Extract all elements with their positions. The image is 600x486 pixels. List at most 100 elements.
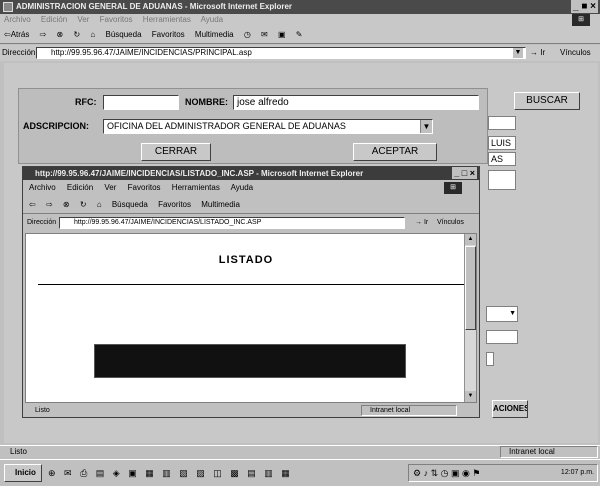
popup-menu-bar: Archivo Edición Ver Favoritos Herramient… (23, 181, 479, 195)
adscripcion-value: OFICINA DEL ADMINISTRADOR GENERAL DE ADU… (107, 121, 346, 131)
links-button[interactable]: Vínculos (560, 45, 591, 61)
menu-edicion[interactable]: Edición (41, 15, 67, 24)
popup-menu-ver[interactable]: Ver (104, 183, 116, 192)
address-url: http://99.95.96.47/JAIME/INCIDENCIAS/PRI… (51, 48, 252, 57)
background-field-luis: LUIS (488, 136, 516, 150)
window-title: ADMINISTRACION GENERAL DE ADUANAS - Micr… (16, 2, 293, 11)
menu-ayuda[interactable]: Ayuda (201, 15, 224, 24)
background-field (488, 116, 516, 130)
status-text: Listo (10, 447, 27, 456)
stop-icon[interactable]: ⊗ (57, 30, 64, 39)
menu-herramientas[interactable]: Herramientas (143, 15, 191, 24)
popup-titlebar: http://99.95.96.47/JAIME/INCIDENCIAS/LIS… (23, 167, 479, 180)
scroll-thumb[interactable] (465, 246, 476, 330)
history-icon[interactable]: ◷ (244, 30, 251, 39)
nombre-label: NOMBRE: (185, 97, 228, 107)
popup-address-url: http://99.95.96.47/JAIME/INCIDENCIAS/LIS… (74, 219, 262, 226)
zone-indicator: Intranet local (500, 446, 598, 458)
menu-bar: Archivo Edición Ver Favoritos Herramient… (0, 14, 600, 26)
windows-logo-icon: ⊞ (444, 182, 462, 194)
back-button[interactable]: ⇦Atrás (4, 30, 29, 39)
forward-button[interactable]: ⇨ (40, 30, 47, 39)
popup-toolbar: ⇦ ⇨ ⊗ ↻ ⌂ Búsqueda Favoritos Multimedia (23, 196, 479, 214)
go-label: Ir (540, 48, 546, 57)
toolbar: ⇦Atrás ⇨ ⊗ ↻ ⌂ Búsqueda Favoritos Multim… (0, 26, 600, 44)
taskbar: Inicio ⊕ ✉ ⎙ ▤ ◈ ▣ ▦ ▥ ▧ ▨ ◫ ▩ ▤ ▥ ▦ ⚙ ♪… (0, 459, 600, 486)
popup-home-icon[interactable]: ⌂ (97, 200, 102, 209)
popup-menu-ayuda[interactable]: Ayuda (231, 183, 254, 192)
edit-icon[interactable]: ✎ (296, 30, 303, 39)
ie-app-icon (3, 2, 13, 12)
popup-document: LISTADO ▲ ▼ (25, 233, 477, 403)
background-select[interactable]: ▼ (486, 306, 518, 322)
adscripcion-select[interactable]: OFICINA DEL ADMINISTRADOR GENERAL DE ADU… (103, 119, 433, 134)
popup-go-button[interactable]: → Ir (415, 215, 428, 231)
print-icon[interactable]: ▣ (278, 30, 286, 39)
address-bar: Dirección http://99.95.96.47/JAIME/INCID… (0, 45, 600, 61)
search-button[interactable]: Búsqueda (106, 30, 142, 39)
background-field (486, 330, 518, 344)
chevron-down-icon: ▼ (420, 120, 432, 133)
address-label: Dirección (2, 48, 36, 57)
aceptar-button[interactable]: ACEPTAR (353, 143, 437, 161)
nombre-input[interactable]: jose alfredo (233, 95, 479, 110)
popup-back-button[interactable]: ⇦ (29, 200, 36, 209)
popup-menu-archivo[interactable]: Archivo (29, 183, 56, 192)
popup-address-input[interactable]: http://99.95.96.47/JAIME/INCIDENCIAS/LIS… (59, 217, 405, 229)
popup-favorites-button[interactable]: Favoritos (158, 200, 191, 209)
listado-popup-window: http://99.95.96.47/JAIME/INCIDENCIAS/LIS… (22, 166, 480, 418)
refresh-icon[interactable]: ↻ (73, 30, 80, 39)
menu-archivo[interactable]: Archivo (4, 15, 31, 24)
favorites-button[interactable]: Favoritos (152, 30, 185, 39)
popup-status-text: Listo (35, 407, 50, 414)
search-panel: RFC: NOMBRE: jose alfredo ADSCRIPCION: O… (18, 88, 488, 164)
popup-refresh-icon[interactable]: ↻ (80, 200, 87, 209)
cerrar-button[interactable]: CERRAR (141, 143, 211, 161)
popup-menu-favoritos[interactable]: Favoritos (128, 183, 161, 192)
multimedia-button[interactable]: Multimedia (195, 30, 234, 39)
background-field-as: AS (488, 152, 516, 166)
windows-logo-icon: ⊞ (572, 14, 590, 26)
heading-divider (38, 284, 464, 285)
popup-window-controls[interactable]: _ □ × (452, 167, 477, 179)
popup-go-label: Ir (423, 219, 429, 226)
opciones-button[interactable]: ACIONES (492, 400, 528, 418)
popup-stop-icon[interactable]: ⊗ (63, 200, 70, 209)
popup-title: http://99.95.96.47/JAIME/INCIDENCIAS/LIS… (35, 169, 364, 178)
quick-launch-icons[interactable]: ⊕ ✉ ⎙ ▤ ◈ ▣ ▦ ▥ ▧ ▨ ◫ ▩ ▤ ▥ ▦ (48, 468, 293, 479)
scroll-down-icon[interactable]: ▼ (465, 391, 476, 402)
popup-forward-button[interactable]: ⇨ (46, 200, 53, 209)
menu-favoritos[interactable]: Favoritos (100, 15, 133, 24)
popup-multimedia-button[interactable]: Multimedia (201, 200, 240, 209)
tray-icons[interactable]: ⚙ ♪ ⇅ ◷ ▣ ◉ ⚑ (413, 468, 480, 478)
address-dropdown-icon[interactable]: ▼ (513, 48, 523, 58)
window-titlebar: ADMINISTRACION GENERAL DE ADUANAS - Micr… (0, 0, 600, 14)
adscripcion-label: ADSCRIPCION: (23, 121, 90, 131)
buscar-button[interactable]: BUSCAR (514, 92, 580, 110)
status-bar: Listo Intranet local (0, 445, 600, 458)
start-button[interactable]: Inicio (4, 464, 42, 482)
clock: 12:07 p.m. (560, 469, 594, 476)
rfc-input[interactable] (103, 95, 179, 110)
listado-heading: LISTADO (218, 254, 274, 266)
popup-address-label: Dirección (27, 219, 57, 226)
background-field (488, 170, 516, 190)
results-bar (94, 344, 406, 378)
rfc-label: RFC: (75, 97, 97, 107)
popup-status-bar: Listo Intranet local (23, 405, 479, 417)
popup-zone-indicator: Intranet local (361, 405, 457, 416)
background-field (486, 352, 494, 366)
address-input[interactable]: http://99.95.96.47/JAIME/INCIDENCIAS/PRI… (36, 47, 526, 59)
popup-menu-edicion[interactable]: Edición (67, 183, 93, 192)
popup-links-button[interactable]: Vínculos (437, 215, 464, 231)
window-controls[interactable]: _ ■ × (571, 0, 598, 13)
go-button[interactable]: → Ir (530, 45, 545, 61)
scroll-up-icon[interactable]: ▲ (465, 234, 476, 245)
popup-address-bar: Dirección http://99.95.96.47/JAIME/INCID… (23, 215, 479, 231)
popup-scrollbar[interactable]: ▲ ▼ (464, 234, 476, 402)
home-icon[interactable]: ⌂ (90, 30, 95, 39)
menu-ver[interactable]: Ver (77, 15, 89, 24)
popup-menu-herramientas[interactable]: Herramientas (172, 183, 220, 192)
mail-icon[interactable]: ✉ (261, 30, 268, 39)
popup-search-button[interactable]: Búsqueda (112, 200, 148, 209)
